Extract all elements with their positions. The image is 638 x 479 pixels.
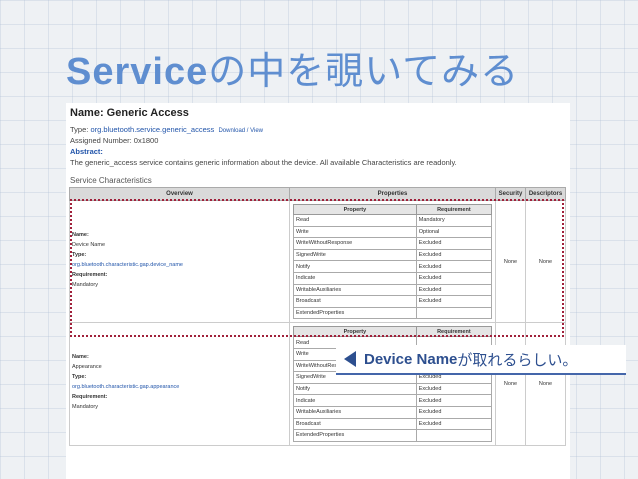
properties-cell: PropertyRequirementReadWriteExcludedWrit…	[289, 322, 496, 446]
slide-title: Serviceの中を覗いてみる	[66, 40, 519, 95]
property-requirement: Excluded	[415, 405, 493, 419]
property-requirement: Excluded	[415, 417, 493, 431]
property-name: Broadcast	[293, 417, 417, 431]
property-name: WritableAuxiliaries	[293, 405, 417, 419]
characteristic-requirement: Mandatory	[72, 404, 98, 411]
property-requirement: Excluded	[415, 382, 493, 396]
property-requirement: Excluded	[415, 394, 493, 407]
service-type-link[interactable]: org.bluetooth.service.generic_access	[90, 125, 214, 134]
characteristic-type-link[interactable]: org.bluetooth.characteristic.gap.appeara…	[72, 384, 287, 391]
overview-cell: Name: Appearance Type: org.bluetooth.charac…	[69, 322, 290, 446]
abstract-label: Abstract:	[70, 147, 103, 156]
service-type: Type: org.bluetooth.service.generic_acce…	[70, 125, 264, 134]
service-name: Name: Generic Access	[70, 107, 189, 119]
device-name-highlight	[70, 199, 564, 337]
characteristic-row: Name: Appearance Type: org.bluetooth.charac…	[69, 322, 566, 446]
assigned-number: Assigned Number: 0x1800	[70, 136, 159, 145]
callout-text: が取れるらしい。	[457, 351, 578, 369]
section-title: Service Characteristics	[70, 176, 152, 185]
callout-emphasis: Device Name	[364, 350, 458, 368]
characteristic-name: Appearance	[72, 364, 102, 371]
requirement-label: Requirement:	[72, 394, 108, 401]
slide-title-jp: の中を覗いてみる	[208, 49, 520, 93]
property-name: Notify	[293, 382, 417, 396]
security-cell: None	[495, 322, 526, 446]
callout: Device Name が取れるらしい。	[336, 345, 626, 375]
property-row: WritableAuxiliaries Excluded	[293, 405, 493, 419]
abstract-text: The generic_access service contains gene…	[70, 158, 457, 167]
property-requirement	[415, 429, 493, 442]
descriptors-cell: None	[525, 322, 566, 446]
slide-title-latin: Service	[66, 51, 209, 93]
property-row: Notify Excluded	[293, 382, 493, 396]
name-label: Name:	[72, 354, 89, 361]
property-row: Broadcast Excluded	[293, 417, 493, 431]
properties-table: PropertyRequirementReadWriteExcludedWrit…	[293, 326, 493, 442]
property-row: Indicate Excluded	[293, 394, 493, 407]
property-name: ExtendedProperties	[293, 429, 417, 442]
download-view-link[interactable]: Download / View	[218, 128, 263, 134]
property-name: Indicate	[293, 394, 417, 407]
left-triangle-icon	[344, 351, 356, 367]
property-row: ExtendedProperties	[293, 429, 493, 442]
type-label: Type:	[72, 374, 87, 381]
